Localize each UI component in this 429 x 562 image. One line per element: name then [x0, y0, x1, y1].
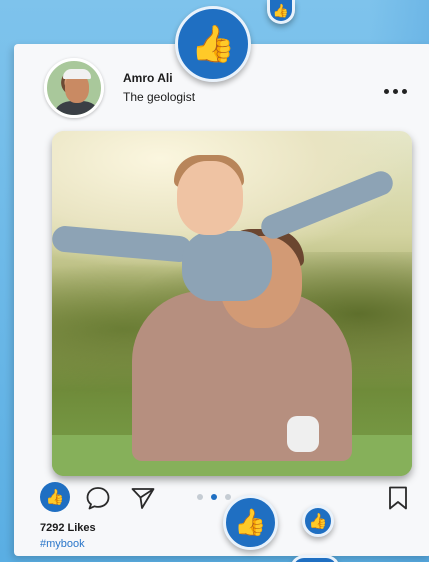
bookmark-icon: [389, 486, 407, 510]
floating-like-button-bottom-small[interactable]: 👍: [302, 505, 334, 537]
post-photo[interactable]: [52, 131, 412, 476]
avatar-cap: [63, 69, 91, 79]
avatar[interactable]: [44, 58, 104, 118]
speech-bubble-icon: [86, 487, 110, 510]
comment-button[interactable]: [85, 485, 111, 511]
floating-like-button[interactable]: 👍: [175, 6, 251, 82]
floating-like-button-bottom[interactable]: 👍: [223, 495, 278, 550]
carousel-dot[interactable]: [225, 494, 231, 500]
likes-count[interactable]: 7292 Likes: [40, 522, 96, 534]
paper-plane-icon: [131, 488, 155, 509]
hashtag-link[interactable]: #mybook: [40, 538, 85, 550]
floating-button-partial: [290, 555, 340, 562]
profile-name[interactable]: Amro Ali: [123, 71, 173, 85]
share-button[interactable]: [130, 485, 156, 511]
carousel-dot-active[interactable]: [211, 494, 217, 500]
save-button[interactable]: [386, 485, 410, 511]
thumbs-up-icon: 👍: [45, 489, 65, 506]
thumbs-up-icon: 👍: [272, 2, 290, 18]
floating-like-button-small[interactable]: 👍: [267, 0, 295, 24]
thumbs-up-icon: 👍: [308, 513, 328, 530]
like-button[interactable]: 👍: [40, 482, 70, 512]
more-options-icon[interactable]: [384, 85, 414, 97]
thumbs-up-icon: 👍: [190, 23, 236, 64]
carousel-indicator: [197, 494, 231, 500]
thumbs-up-icon: 👍: [234, 507, 267, 537]
profile-subtitle: The geologist: [123, 90, 196, 104]
carousel-dot[interactable]: [197, 494, 203, 500]
